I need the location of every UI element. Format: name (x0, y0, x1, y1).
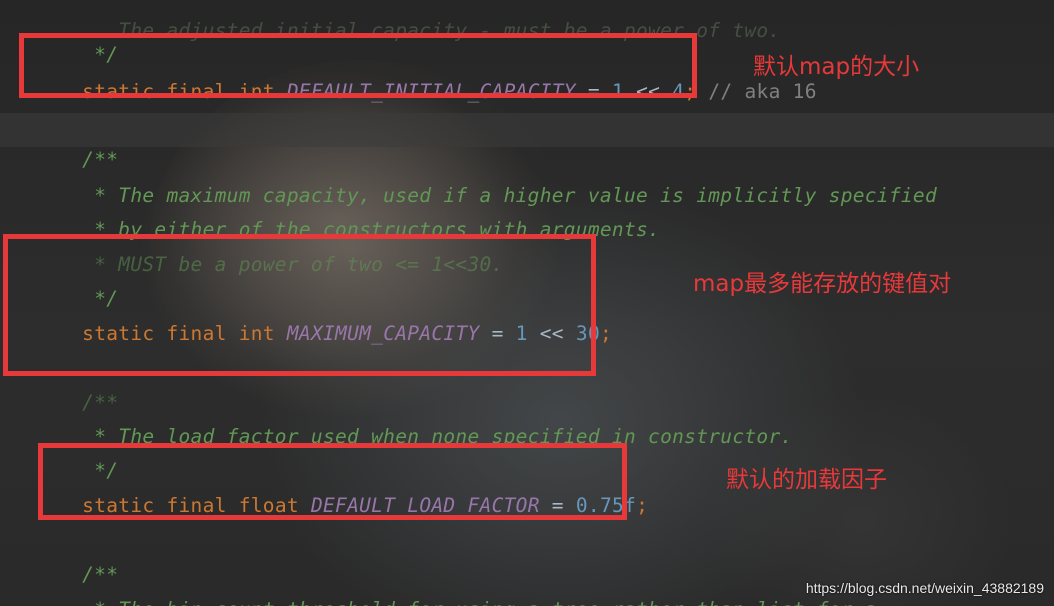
semicolon: ; (600, 322, 613, 345)
annotation-default-size: 默认map的大小 (753, 54, 920, 80)
doc-comment-open[interactable]: /** (34, 530, 118, 586)
highlight-box-maximum-capacity (3, 234, 596, 376)
line-comment: // aka 16 (708, 80, 817, 103)
code-editor[interactable]: The adjusted initial capacity - must be … (0, 0, 1054, 606)
doc-comment-line[interactable]: * by either of the constructors with arg… (34, 185, 660, 241)
highlight-box-initial-capacity (19, 33, 697, 98)
watermark: https://blog.csdn.net/weixin_43882189 (805, 580, 1044, 596)
doc-comment-line[interactable]: * The maximum capacity, used if a higher… (34, 151, 937, 207)
doc-comment-line[interactable]: * The load factor used when none specifi… (34, 392, 793, 448)
doc-comment-line[interactable]: The adjusted initial capacity - must be … (34, 0, 781, 42)
annotation-load-factor: 默认的加载因子 (726, 467, 887, 493)
highlight-box-load-factor (38, 443, 627, 520)
doc-comment-text: * The bin count threshold for using a tr… (82, 598, 877, 606)
annotation-max-entries: map最多能存放的键值对 (693, 271, 952, 297)
semicolon: ; (636, 494, 649, 517)
current-line-highlight (0, 113, 1054, 147)
doc-comment-line[interactable]: * The bin count threshold for using a tr… (34, 565, 877, 606)
doc-comment-open[interactable]: /** (34, 115, 118, 171)
